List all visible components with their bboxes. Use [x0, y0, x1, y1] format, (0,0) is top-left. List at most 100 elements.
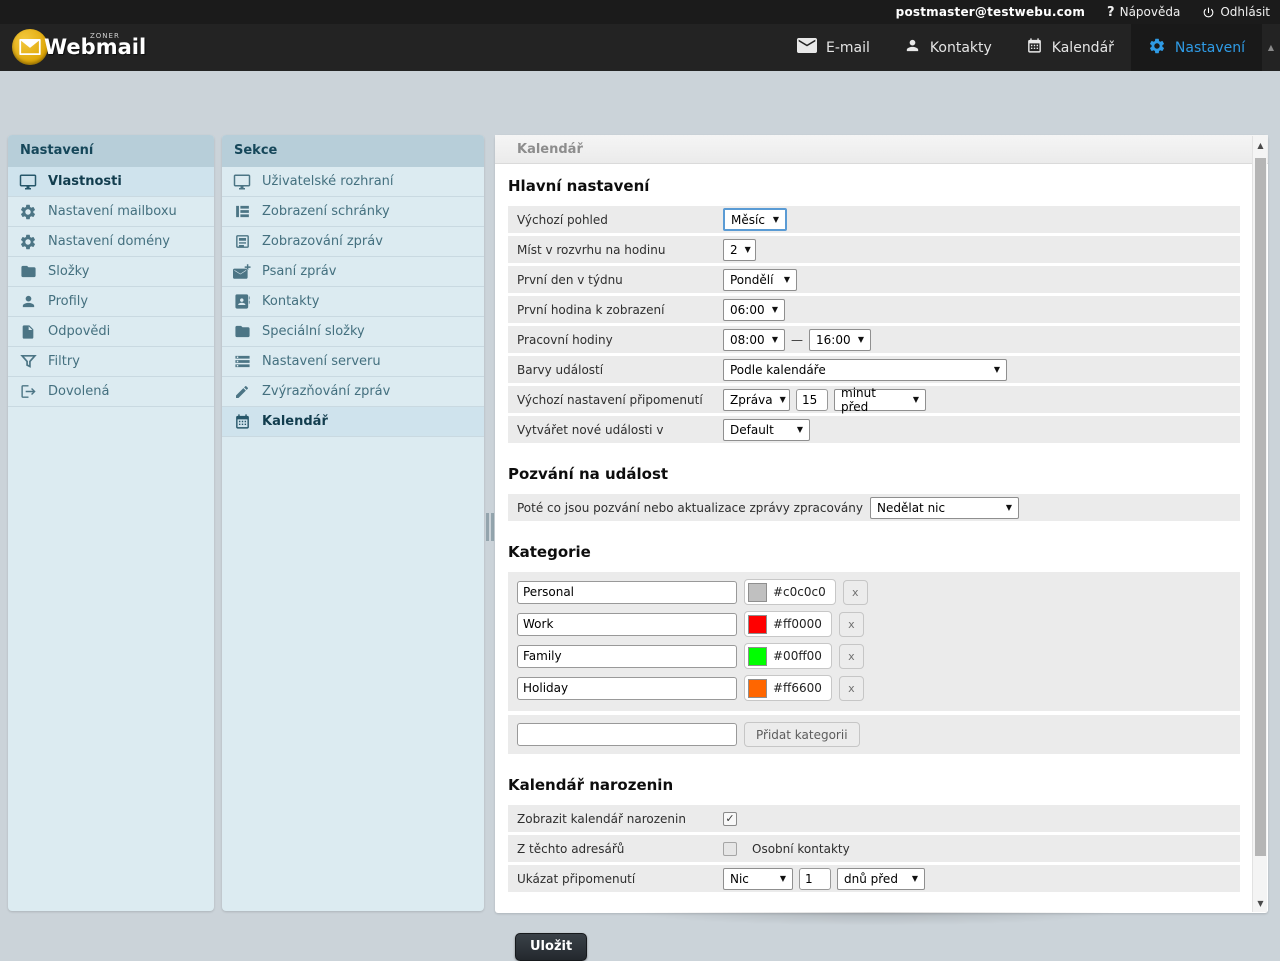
section-item-label: Zobrazení schránky: [262, 204, 390, 219]
work-hours-from-select[interactable]: 08:00: [723, 329, 785, 351]
nav-bar: ZONER Webmail E-mail Kontakty Kalendář: [0, 24, 1280, 71]
categories-list: #c0c0c0 x #ff0000 x #00ff00 x: [508, 572, 1240, 711]
category-name-input[interactable]: [517, 581, 737, 604]
scrollbar-thumb[interactable]: [1255, 158, 1266, 856]
section-item-label: Zobrazování zpráv: [262, 234, 383, 249]
funnel-icon: [19, 353, 37, 371]
save-button[interactable]: Uložit: [515, 933, 587, 961]
row-first-hour: První hodina k zobrazení 06:00: [508, 296, 1240, 323]
sidebar-item-vlastnosti[interactable]: Vlastnosti: [8, 167, 214, 197]
label-invitations-processed: Poté co jsou pozvání nebo aktualizace zp…: [517, 501, 870, 515]
sidebar-item-slozky[interactable]: Složky: [8, 257, 214, 287]
row-create-in: Vytvářet nové události v Default: [508, 416, 1240, 443]
label-event-colors: Barvy událostí: [517, 363, 723, 377]
collapse-arrow-icon[interactable]: ▲: [1264, 24, 1278, 71]
label-first-day: První den v týdnu: [517, 273, 723, 287]
main-scrollbar[interactable]: ▲ ▼: [1252, 136, 1267, 912]
category-row: #ff6600 x: [517, 675, 1232, 701]
section-item-specialni-slozky[interactable]: Speciální složky: [222, 317, 484, 347]
color-hex: #00ff00: [773, 649, 822, 663]
heading-categories: Kategorie: [508, 543, 1240, 561]
person-icon: [904, 37, 921, 58]
category-color-chip[interactable]: #ff6600: [744, 675, 832, 701]
nav-item-email[interactable]: E-mail: [780, 24, 887, 71]
reminder-type-select[interactable]: Zpráva: [723, 389, 790, 411]
category-row: #c0c0c0 x: [517, 579, 1232, 605]
birthday-reminder-unit-select[interactable]: dnů před: [837, 868, 925, 890]
reminder-unit-select[interactable]: minut před: [834, 389, 926, 411]
category-color-chip[interactable]: #c0c0c0: [744, 579, 836, 605]
section-item-label: Uživatelské rozhraní: [262, 174, 394, 189]
gear-icon: [19, 203, 37, 221]
invitations-processed-select[interactable]: Nedělat nic: [870, 497, 1019, 519]
compose-mail-icon: [233, 263, 251, 281]
category-color-chip[interactable]: #00ff00: [744, 643, 832, 669]
brand-logo: ZONER Webmail: [12, 29, 146, 65]
create-in-select[interactable]: Default: [723, 419, 810, 441]
remove-category-button[interactable]: x: [839, 612, 864, 637]
default-view-select[interactable]: Měsíc: [723, 208, 787, 231]
nav-item-kontakty[interactable]: Kontakty: [887, 24, 1009, 71]
section-item-zobrazovani-zprav[interactable]: Zobrazování zpráv: [222, 227, 484, 257]
sidebar-item-profily[interactable]: Profily: [8, 287, 214, 317]
logout-link[interactable]: Odhlásit: [1202, 5, 1270, 19]
label-default-reminder: Výchozí nastavení připomenutí: [517, 393, 723, 407]
gear-icon: [1148, 37, 1166, 59]
event-colors-select[interactable]: Podle kalendáře: [723, 359, 1007, 381]
slots-select[interactable]: 2: [723, 239, 756, 261]
remove-category-button[interactable]: x: [839, 676, 864, 701]
first-hour-select[interactable]: 06:00: [723, 299, 785, 321]
category-name-input[interactable]: [517, 677, 737, 700]
personal-contacts-checkbox[interactable]: [723, 842, 737, 856]
birthday-reminder-amount-input[interactable]: [799, 868, 831, 890]
label-slots: Míst v rozvrhu na hodinu: [517, 243, 723, 257]
sidebar-item-label: Odpovědi: [48, 324, 110, 339]
section-item-uzivatelske-rozhrani[interactable]: Uživatelské rozhraní: [222, 167, 484, 197]
work-hours-to-select[interactable]: 16:00: [809, 329, 871, 351]
add-category-button[interactable]: Přidat kategorii: [744, 722, 860, 747]
sidebar-item-filtry[interactable]: Filtry: [8, 347, 214, 377]
sidebar-item-nastaveni-domeny[interactable]: Nastavení domény: [8, 227, 214, 257]
remove-category-button[interactable]: x: [843, 580, 868, 605]
row-first-day: První den v týdnu Pondělí: [508, 266, 1240, 293]
new-category-input[interactable]: [517, 723, 737, 746]
nav-item-kalendar[interactable]: Kalendář: [1009, 24, 1131, 71]
category-name-input[interactable]: [517, 613, 737, 636]
help-link[interactable]: ? Nápověda: [1107, 5, 1180, 20]
sidebar-item-nastaveni-mailboxu[interactable]: Nastavení mailboxu: [8, 197, 214, 227]
nav-item-nastaveni[interactable]: Nastavení: [1131, 24, 1262, 71]
sidebar-item-odpovedi[interactable]: Odpovědi: [8, 317, 214, 347]
section-item-zobrazeni-schranky[interactable]: Zobrazení schránky: [222, 197, 484, 227]
show-birthdays-checkbox[interactable]: [723, 812, 737, 826]
section-item-zvyraznovani-zprav[interactable]: Zvýrazňování zpráv: [222, 377, 484, 407]
section-item-label: Nastavení serveru: [262, 354, 381, 369]
color-hex: #ff0000: [773, 617, 822, 631]
help-label: Nápověda: [1120, 5, 1181, 19]
sections-sidebar-title: Sekce: [222, 135, 484, 167]
sidebar-item-label: Vlastnosti: [48, 174, 122, 189]
section-item-kalendar[interactable]: Kalendář: [222, 407, 484, 437]
sidebar-item-dovolena[interactable]: Dovolená: [8, 377, 214, 407]
heading-general: Hlavní nastavení: [508, 177, 1240, 195]
sidebar-item-label: Nastavení domény: [48, 234, 170, 249]
reminder-amount-input[interactable]: [796, 389, 828, 411]
nav-label-kalendar: Kalendář: [1052, 40, 1114, 56]
panel-splitter-handle[interactable]: [486, 513, 495, 541]
category-color-chip[interactable]: #ff0000: [744, 611, 832, 637]
row-slots: Míst v rozvrhu na hodinu 2: [508, 236, 1240, 263]
scroll-down-icon[interactable]: ▼: [1253, 894, 1268, 912]
section-item-nastaveni-serveru[interactable]: Nastavení serveru: [222, 347, 484, 377]
section-item-psani-zprav[interactable]: Psaní zpráv: [222, 257, 484, 287]
row-invitations-processed: Poté co jsou pozvání nebo aktualizace zp…: [508, 494, 1240, 521]
remove-category-button[interactable]: x: [839, 644, 864, 669]
row-birthday-reminder: Ukázat připomenutí Nic dnů před: [508, 865, 1240, 892]
scroll-up-icon[interactable]: ▲: [1253, 136, 1268, 154]
birthday-reminder-type-select[interactable]: Nic: [723, 868, 793, 890]
category-name-input[interactable]: [517, 645, 737, 668]
row-default-view: Výchozí pohled Měsíc: [508, 206, 1240, 233]
section-item-kontakty[interactable]: Kontakty: [222, 287, 484, 317]
monitor-icon: [233, 173, 251, 191]
brand-zoner: ZONER: [90, 32, 120, 40]
first-day-select[interactable]: Pondělí: [723, 269, 797, 291]
exit-icon: [19, 383, 37, 401]
